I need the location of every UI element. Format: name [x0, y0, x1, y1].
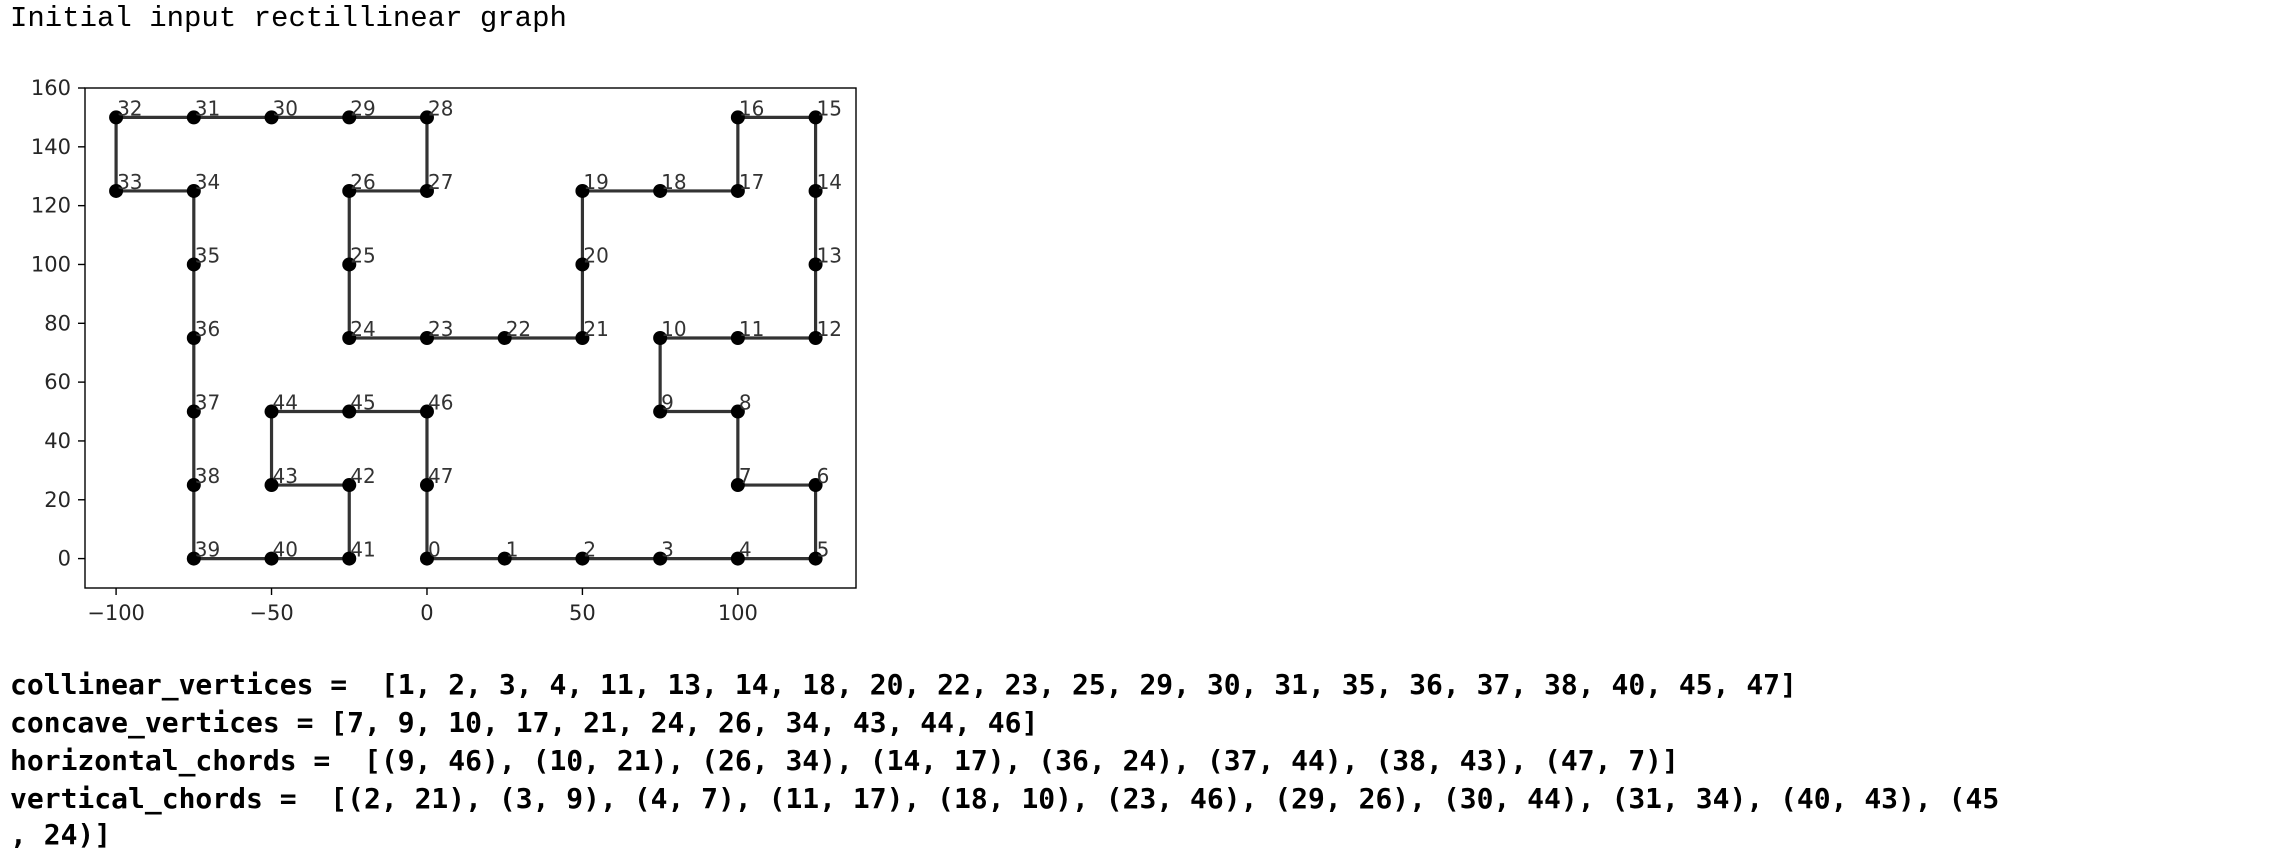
vertex-label: 8 — [739, 391, 752, 415]
y-tick-label: 60 — [44, 370, 71, 394]
vertex-label: 6 — [817, 464, 830, 488]
vertex-label: 4 — [739, 538, 752, 562]
vertex-label: 35 — [195, 243, 220, 267]
y-tick-label: 40 — [44, 429, 71, 453]
vertex-label: 39 — [195, 538, 220, 562]
vertex-label: 7 — [739, 464, 752, 488]
vertex-label: 27 — [428, 170, 453, 194]
vertex-label: 36 — [195, 317, 220, 341]
vertex-label: 37 — [195, 391, 220, 415]
vertex-label: 45 — [350, 391, 375, 415]
vertex-label: 15 — [817, 96, 842, 120]
vertex-label: 21 — [583, 317, 608, 341]
vertical-chords-output-wrap: , 24)] — [10, 818, 112, 851]
vertex-label: 3 — [661, 538, 674, 562]
vertex-label: 1 — [506, 538, 519, 562]
vertex-label: 42 — [350, 464, 375, 488]
vertex-label: 24 — [350, 317, 375, 341]
vertex-label: 16 — [739, 96, 764, 120]
vertex-label: 40 — [273, 538, 298, 562]
vertex-label: 28 — [428, 96, 453, 120]
rectilinear-graph-plot: −100 −50 0 50 100020406080100120140160 01234… — [31, 76, 857, 625]
vertex-label: 11 — [739, 317, 764, 341]
vertex-label: 17 — [739, 170, 764, 194]
x-tick-label: 50 — [569, 601, 596, 625]
x-tick-label: −50 — [249, 601, 293, 625]
vertex-label: 44 — [273, 391, 298, 415]
vertical-chords-output: vertical_chords = [(2, 21), (3, 9), (4, … — [10, 782, 2000, 815]
vertex-label: 46 — [428, 391, 453, 415]
vertex-label: 34 — [195, 170, 220, 194]
x-tick-label: 100 — [718, 601, 758, 625]
vertex-label: 25 — [350, 243, 375, 267]
vertex-labels: 0 1 2 3 4 5678910 11 12131415161718192021222324… — [117, 96, 842, 561]
axes: −100 −50 0 50 100020406080100120140160 — [31, 76, 857, 625]
y-tick-label: 0 — [58, 547, 71, 571]
y-tick-label: 160 — [31, 76, 71, 100]
vertex-label: 31 — [195, 96, 220, 120]
vertex-label: 18 — [661, 170, 686, 194]
vertex-label: 32 — [117, 96, 142, 120]
vertex-label: 2 — [583, 538, 596, 562]
vertex-label: 47 — [428, 464, 453, 488]
vertex-label: 10 — [661, 317, 686, 341]
vertex-label: 9 — [661, 391, 674, 415]
vertex-label: 12 — [817, 317, 842, 341]
vertex-label: 20 — [583, 243, 608, 267]
collinear-vertices-output: collinear_vertices = [1, 2, 3, 4, 11, 13… — [10, 668, 1797, 701]
vertex-label: 22 — [506, 317, 531, 341]
concave-vertices-output: concave_vertices = [7, 9, 10, 17, 21, 24… — [10, 706, 1039, 739]
y-tick-label: 120 — [31, 194, 71, 218]
vertex-label: 19 — [583, 170, 608, 194]
vertex-label: 23 — [428, 317, 453, 341]
x-tick-label: 0 — [420, 601, 433, 625]
cell-output-title: Initial input rectillinear graph — [10, 2, 567, 35]
y-tick-label: 20 — [44, 488, 71, 512]
vertex-label: 29 — [350, 96, 375, 120]
vertex-label: 14 — [817, 170, 842, 194]
x-tick-label: −100 — [87, 601, 145, 625]
graph-edges — [114, 115, 818, 561]
vertex-label: 30 — [273, 96, 298, 120]
vertex-label: 33 — [117, 170, 142, 194]
y-tick-label: 100 — [31, 252, 71, 276]
horizontal-chords-output: horizontal_chords = [(9, 46), (10, 21), … — [10, 744, 1679, 777]
vertex-label: 26 — [350, 170, 375, 194]
vertex-label: 0 — [428, 538, 441, 562]
vertex-label: 41 — [350, 538, 375, 562]
y-tick-label: 80 — [44, 311, 71, 335]
y-tick-label: 140 — [31, 135, 71, 159]
vertex-label: 38 — [195, 464, 220, 488]
vertex-label: 5 — [817, 538, 830, 562]
vertex-label: 43 — [273, 464, 298, 488]
vertex-label: 13 — [817, 243, 842, 267]
